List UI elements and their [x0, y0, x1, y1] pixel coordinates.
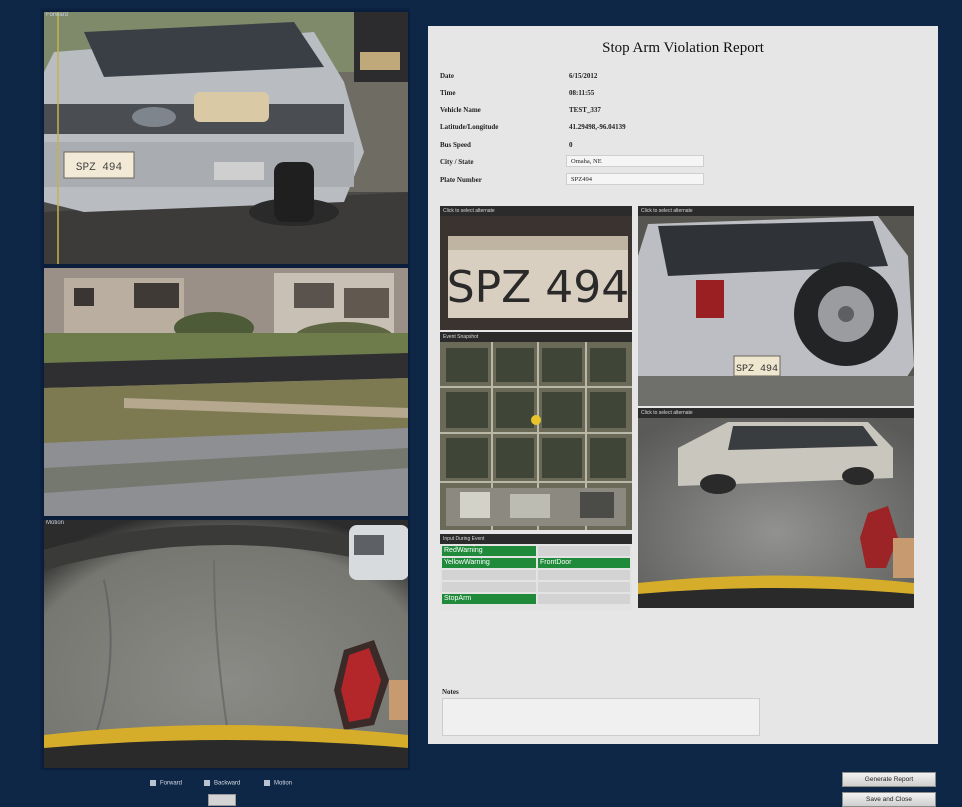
- input-right-5: [538, 594, 630, 604]
- notes-label: Notes: [442, 688, 459, 696]
- input-stop-arm: StopArm: [442, 594, 536, 604]
- input-during-event-header: Input During Event: [440, 534, 632, 544]
- event-map-image: [440, 342, 632, 530]
- plate-closeup-header: Click to select alternate: [440, 206, 632, 216]
- event-snapshot-header: Event Snapshot: [440, 332, 632, 342]
- forward-camera-label: Forward: [46, 12, 69, 18]
- side-vehicle-panel[interactable]: Click to select alternate: [638, 408, 914, 608]
- side-vehicle-image: [638, 418, 914, 608]
- bus-speed-label: Bus Speed: [440, 141, 471, 149]
- time-value: 08:11:55: [569, 89, 595, 97]
- lat-long-value: 41.29498,-96.04139: [569, 123, 626, 131]
- date-label: Date: [440, 72, 454, 80]
- legend-forward[interactable]: Forward: [150, 780, 182, 787]
- motion-camera-view[interactable]: Motion: [42, 518, 410, 770]
- event-snapshot-panel[interactable]: Event Snapshot: [440, 332, 632, 530]
- rear-plate-text: SPZ 494: [736, 364, 778, 375]
- forward-camera-view[interactable]: Forward SPZ 494: [42, 10, 410, 266]
- vehicle-name-value: TEST_337: [569, 106, 601, 114]
- rear-vehicle-header: Click to select alternate: [638, 206, 914, 216]
- legend-forward-label: Forward: [160, 780, 183, 787]
- input-red-warning: RedWarning: [442, 546, 536, 556]
- playback-button[interactable]: [208, 794, 236, 806]
- input-left-4: [442, 582, 536, 592]
- plate-closeup-panel[interactable]: Click to select alternate SPZ 494: [440, 206, 632, 330]
- input-yellow-warning: YellowWarning: [442, 558, 536, 568]
- forward-plate-text: SPZ 494: [76, 162, 123, 174]
- violation-report: Stop Arm Violation Report Date 6/15/2012…: [428, 26, 938, 744]
- input-right-3: [538, 570, 630, 580]
- legend-motion-label: Motion: [274, 780, 293, 787]
- motion-camera-image: [44, 520, 408, 768]
- plate-closeup-image: SPZ 494: [440, 216, 632, 330]
- date-value: 6/15/2012: [569, 72, 598, 80]
- notes-textarea[interactable]: [442, 698, 760, 736]
- city-state-label: City / State: [440, 158, 474, 166]
- backward-camera-image: [44, 268, 408, 516]
- plate-number-label: Plate Number: [440, 176, 482, 184]
- legend-motion[interactable]: Motion: [264, 780, 292, 787]
- rear-vehicle-panel[interactable]: Click to select alternate SPZ 494: [638, 206, 914, 406]
- input-right-1: [538, 546, 630, 556]
- side-vehicle-header: Click to select alternate: [638, 408, 914, 418]
- city-state-input[interactable]: Omaha, NE: [566, 155, 704, 167]
- rear-vehicle-image: SPZ 494: [638, 216, 914, 406]
- lat-long-label: Latitude/Longitude: [440, 123, 499, 131]
- input-right-4: [538, 582, 630, 592]
- report-title: Stop Arm Violation Report: [602, 40, 764, 56]
- input-left-3: [442, 570, 536, 580]
- forward-camera-image: SPZ 494: [44, 12, 408, 264]
- legend-backward[interactable]: Backward: [204, 780, 240, 787]
- plate-number-input[interactable]: SPZ494: [566, 173, 704, 185]
- bus-speed-value: 0: [569, 141, 573, 149]
- save-and-close-button[interactable]: Save and Close: [842, 792, 936, 807]
- legend-backward-label: Backward: [214, 780, 241, 787]
- forward-checkbox-icon[interactable]: [150, 780, 156, 786]
- backward-camera-view[interactable]: [42, 266, 410, 518]
- input-front-door: FrontDoor: [538, 558, 630, 568]
- vehicle-name-label: Vehicle Name: [440, 106, 481, 114]
- time-label: Time: [440, 89, 456, 97]
- input-during-event-panel: Input During Event RedWarning YellowWarn…: [440, 534, 632, 610]
- motion-checkbox-icon[interactable]: [264, 780, 270, 786]
- motion-camera-label: Motion: [46, 520, 65, 526]
- plate-closeup-text: SPZ 494: [447, 262, 630, 313]
- generate-report-button[interactable]: Generate Report: [842, 772, 936, 787]
- backward-checkbox-icon[interactable]: [204, 780, 210, 786]
